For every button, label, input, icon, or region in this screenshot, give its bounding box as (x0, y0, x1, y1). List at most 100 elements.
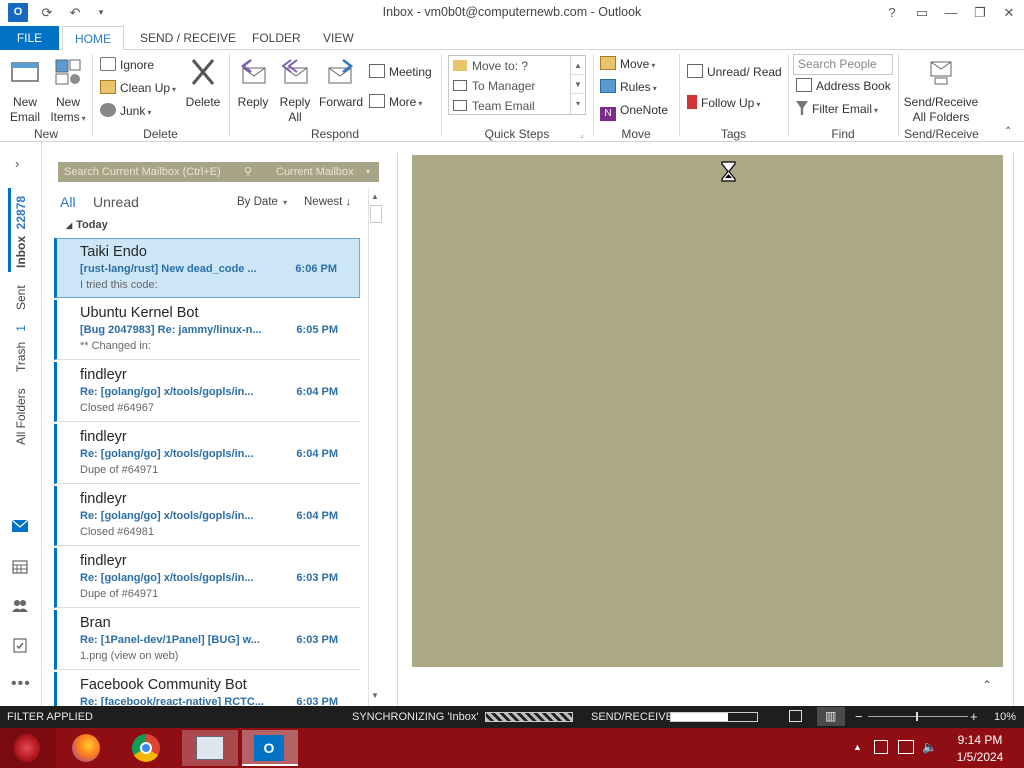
help-button[interactable]: ? (878, 3, 906, 23)
scroll-up-icon[interactable]: ▲ (371, 192, 379, 201)
nav-sent[interactable]: Sent (14, 285, 28, 310)
close-button[interactable]: ✕ (995, 3, 1023, 23)
sort-by-date-dropdown[interactable]: By Date ▾ (237, 196, 287, 208)
tab-send-receive[interactable]: SEND / RECEIVE (130, 26, 246, 50)
action-center-icon[interactable] (874, 740, 888, 754)
mail-list-item[interactable]: findleyr Re: [golang/go] x/tools/gopls/in… (54, 486, 360, 546)
tab-home[interactable]: HOME (62, 26, 124, 51)
quick-steps-launcher-icon[interactable]: ⌟ (580, 130, 584, 139)
reply-button[interactable]: Reply (234, 56, 272, 110)
mail-list-scrollbar[interactable]: ▲ ▼ (368, 189, 384, 706)
minimize-button[interactable]: — (937, 3, 965, 23)
tab-file[interactable]: FILE (0, 26, 59, 50)
tasks-icon[interactable] (11, 637, 29, 653)
network-icon[interactable] (898, 740, 914, 754)
mail-subject: [rust-lang/rust] New dead_code ... (80, 263, 257, 275)
volume-muted-icon[interactable]: 🔈 (922, 740, 937, 754)
search-scope-dropdown[interactable]: Current Mailbox (276, 162, 354, 182)
new-email-button[interactable]: New Email (6, 56, 44, 125)
filter-unread[interactable]: Unread (93, 194, 139, 210)
collapse-reading-pane-icon[interactable]: ⌃ (982, 678, 992, 692)
new-items-icon (55, 59, 81, 85)
move-button[interactable]: Move ▾ (600, 54, 655, 74)
filter-email-button[interactable]: Filter Email ▾ (796, 99, 878, 119)
send-receive-all-button[interactable]: Send/Receive All Folders (902, 56, 980, 125)
unread-read-button[interactable]: Unread/ Read (687, 62, 782, 82)
zoom-level[interactable]: 10% (994, 711, 1016, 723)
taskbar-firefox[interactable] (58, 730, 112, 766)
start-button[interactable] (0, 728, 56, 768)
taskbar-chrome[interactable] (120, 730, 174, 766)
send-receive-progress-fill (671, 713, 728, 721)
mail-time: 6:03 PM (296, 696, 338, 706)
quick-steps-gallery: Move to: ? To Manager Team Email ▲ ▼ ▾ (448, 55, 586, 115)
scroll-down-icon[interactable]: ▼ (571, 75, 585, 94)
mail-list-item[interactable]: findleyr Re: [golang/go] x/tools/gopls/in… (54, 424, 360, 484)
mail-list-item[interactable]: findleyr Re: [golang/go] x/tools/gopls/in… (54, 548, 360, 608)
clock-date[interactable]: 1/5/2024 (945, 750, 1015, 764)
nav-all-folders[interactable]: All Folders (14, 388, 28, 445)
search-people-input[interactable]: Search People (793, 54, 893, 75)
address-book-button[interactable]: Address Book (796, 76, 891, 96)
clock-time[interactable]: 9:14 PM (945, 733, 1015, 747)
reply-all-button[interactable]: Reply All (276, 56, 314, 125)
meeting-button[interactable]: Meeting (369, 62, 432, 82)
collapse-ribbon-icon[interactable]: ⌃ (1004, 126, 1012, 137)
ribbon-display-options-button[interactable]: ▭ (908, 3, 936, 23)
zoom-in-button[interactable]: + (970, 709, 978, 724)
normal-view-icon[interactable] (789, 710, 802, 722)
more-respond-button[interactable]: More ▾ (369, 92, 422, 112)
status-send-receive: SEND/RECEIVE (591, 711, 673, 723)
nav-inbox[interactable]: Inbox 22878 (14, 196, 28, 268)
mail-list-item[interactable]: Bran Re: [1Panel-dev/1Panel] [BUG] w... 6:… (54, 610, 360, 670)
junk-button[interactable]: Junk ▾ (100, 101, 151, 121)
delete-button[interactable]: Delete (182, 56, 224, 110)
quick-step-move-to[interactable]: Move to: ? (453, 56, 528, 76)
tab-view[interactable]: VIEW (313, 26, 364, 50)
expand-folder-pane-icon[interactable]: › (15, 156, 19, 171)
rules-button[interactable]: Rules ▾ (600, 77, 657, 97)
mail-sender: findleyr (80, 491, 127, 507)
zoom-slider[interactable] (868, 716, 968, 717)
sort-order-toggle[interactable]: Newest ↓ (304, 196, 351, 208)
mail-list-item[interactable]: Taiki Endo [rust-lang/rust] New dead_code… (54, 238, 360, 298)
scroll-down-icon[interactable]: ▼ (371, 691, 379, 700)
mail-list-item[interactable]: findleyr Re: [golang/go] x/tools/gopls/in… (54, 362, 360, 422)
mail-list-item[interactable]: Facebook Community Bot Re: [facebook/reac… (54, 672, 360, 706)
group-separator (898, 54, 899, 136)
clean-up-button[interactable]: Clean Up ▾ (100, 78, 176, 98)
follow-up-button[interactable]: Follow Up ▾ (687, 93, 760, 113)
expand-gallery-icon[interactable]: ▾ (571, 94, 585, 113)
mail-icon[interactable] (11, 518, 29, 534)
ignore-button[interactable]: Ignore (100, 55, 154, 75)
zoom-slider-thumb[interactable] (916, 712, 918, 721)
maximize-button[interactable]: ❐ (966, 3, 994, 23)
quick-step-to-manager[interactable]: To Manager (453, 76, 535, 96)
zoom-out-button[interactable]: − (855, 709, 863, 724)
taskbar-task-manager[interactable] (182, 730, 238, 766)
search-mailbox-input[interactable]: Search Current Mailbox (Ctrl+E) ⚲ Curren… (58, 162, 379, 182)
nav-trash[interactable]: Trash 1 (14, 325, 28, 372)
quick-steps-scroll[interactable]: ▲ ▼ ▾ (570, 56, 585, 114)
scope-chevron-down-icon[interactable]: ▾ (366, 162, 370, 182)
mail-preview: I tried this code: (80, 279, 158, 291)
group-header-today[interactable]: ◢ Today (66, 219, 108, 231)
filter-all[interactable]: All (60, 194, 76, 210)
group-separator (92, 54, 93, 136)
more-icon[interactable]: ••• (11, 675, 30, 692)
forward-button[interactable]: Forward (317, 56, 365, 110)
calendar-icon[interactable] (11, 559, 29, 575)
tray-overflow-icon[interactable]: ▲ (853, 742, 862, 752)
quick-step-team-email[interactable]: Team Email (453, 96, 535, 116)
new-items-button[interactable]: New Items ▾ (48, 56, 88, 126)
taskbar-outlook[interactable]: O (242, 730, 298, 766)
scroll-thumb[interactable] (370, 205, 382, 223)
onenote-button[interactable]: N OneNote (600, 100, 668, 121)
search-icon[interactable]: ⚲ (244, 162, 252, 182)
scroll-up-icon[interactable]: ▲ (571, 56, 585, 75)
reading-view-button[interactable]: ▥ (817, 707, 845, 726)
mail-list-item[interactable]: Ubuntu Kernel Bot [Bug 2047983] Re: jammy… (54, 300, 360, 360)
tab-folder[interactable]: FOLDER (242, 26, 311, 50)
people-icon[interactable] (11, 598, 29, 614)
hourglass-cursor-icon (721, 161, 736, 182)
